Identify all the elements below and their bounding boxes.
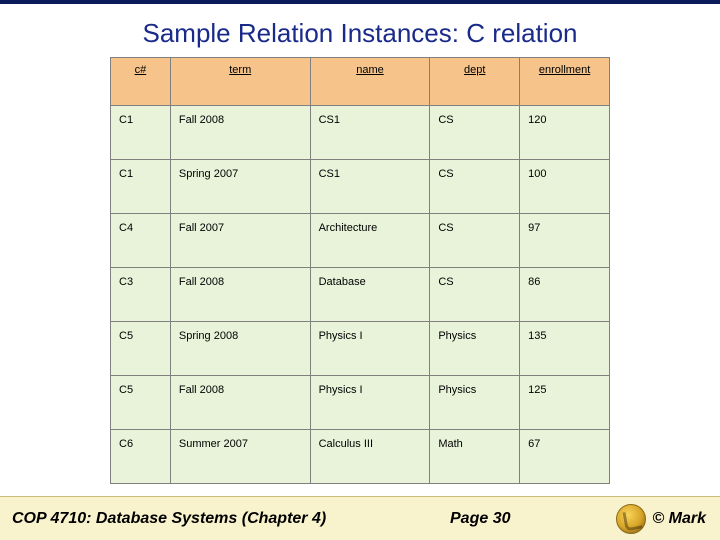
footer-copyright: © Mark bbox=[652, 510, 706, 528]
cell-name: CS1 bbox=[310, 160, 430, 214]
footer-right: © Mark bbox=[616, 504, 706, 534]
cell-enr: 135 bbox=[520, 322, 610, 376]
cell-term: Spring 2007 bbox=[170, 160, 310, 214]
col-header-c: c# bbox=[111, 58, 171, 106]
cell-enr: 100 bbox=[520, 160, 610, 214]
cell-term: Summer 2007 bbox=[170, 430, 310, 484]
table-row: C6 Summer 2007 Calculus III Math 67 bbox=[111, 430, 610, 484]
slide-footer: COP 4710: Database Systems (Chapter 4) P… bbox=[0, 496, 720, 540]
cell-name: CS1 bbox=[310, 106, 430, 160]
cell-c: C1 bbox=[111, 106, 171, 160]
cell-c: C5 bbox=[111, 376, 171, 430]
cell-enr: 120 bbox=[520, 106, 610, 160]
cell-term: Fall 2008 bbox=[170, 268, 310, 322]
table-row: C3 Fall 2008 Database CS 86 bbox=[111, 268, 610, 322]
relation-table: c# term name dept enrollment C1 Fall 200… bbox=[110, 57, 610, 484]
table-row: C5 Fall 2008 Physics I Physics 125 bbox=[111, 376, 610, 430]
ucf-logo-icon bbox=[616, 504, 646, 534]
cell-c: C4 bbox=[111, 214, 171, 268]
cell-enr: 97 bbox=[520, 214, 610, 268]
footer-page: Page 30 bbox=[450, 510, 510, 528]
cell-name: Calculus III bbox=[310, 430, 430, 484]
cell-enr: 67 bbox=[520, 430, 610, 484]
cell-c: C3 bbox=[111, 268, 171, 322]
cell-enr: 125 bbox=[520, 376, 610, 430]
table-row: C1 Fall 2008 CS1 CS 120 bbox=[111, 106, 610, 160]
cell-term: Fall 2008 bbox=[170, 106, 310, 160]
cell-dept: Physics bbox=[430, 376, 520, 430]
cell-enr: 86 bbox=[520, 268, 610, 322]
col-header-dept: dept bbox=[430, 58, 520, 106]
cell-term: Fall 2007 bbox=[170, 214, 310, 268]
cell-dept: CS bbox=[430, 214, 520, 268]
table-header-row: c# term name dept enrollment bbox=[111, 58, 610, 106]
col-header-term: term bbox=[170, 58, 310, 106]
cell-dept: CS bbox=[430, 160, 520, 214]
cell-term: Spring 2008 bbox=[170, 322, 310, 376]
cell-name: Physics I bbox=[310, 376, 430, 430]
cell-name: Physics I bbox=[310, 322, 430, 376]
cell-name: Architecture bbox=[310, 214, 430, 268]
slide-title: Sample Relation Instances: C relation bbox=[0, 4, 720, 57]
table-row: C5 Spring 2008 Physics I Physics 135 bbox=[111, 322, 610, 376]
cell-c: C1 bbox=[111, 160, 171, 214]
col-header-enrollment: enrollment bbox=[520, 58, 610, 106]
cell-term: Fall 2008 bbox=[170, 376, 310, 430]
slide: Sample Relation Instances: C relation c#… bbox=[0, 0, 720, 540]
cell-dept: CS bbox=[430, 106, 520, 160]
table-row: C4 Fall 2007 Architecture CS 97 bbox=[111, 214, 610, 268]
col-header-name: name bbox=[310, 58, 430, 106]
relation-table-wrap: c# term name dept enrollment C1 Fall 200… bbox=[110, 57, 610, 484]
cell-name: Database bbox=[310, 268, 430, 322]
cell-c: C5 bbox=[111, 322, 171, 376]
footer-course: COP 4710: Database Systems (Chapter 4) bbox=[12, 510, 326, 528]
table-row: C1 Spring 2007 CS1 CS 100 bbox=[111, 160, 610, 214]
cell-c: C6 bbox=[111, 430, 171, 484]
cell-dept: Math bbox=[430, 430, 520, 484]
cell-dept: CS bbox=[430, 268, 520, 322]
cell-dept: Physics bbox=[430, 322, 520, 376]
